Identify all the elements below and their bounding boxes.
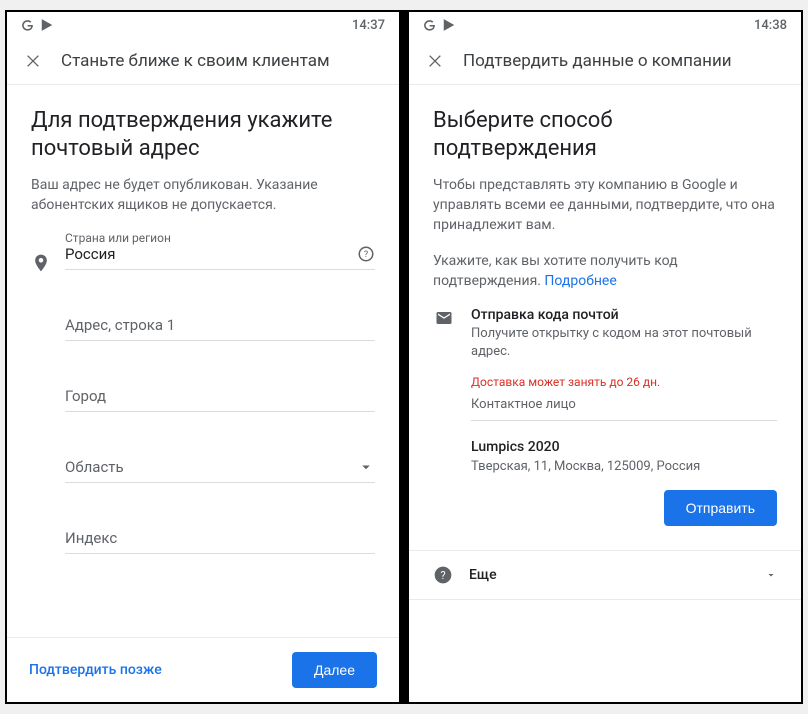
status-bar: 14:37 <box>7 12 399 38</box>
country-label: Страна или регион <box>65 231 171 245</box>
title-bar-text: Станьте ближе к своим клиентам <box>61 51 330 71</box>
play-store-icon <box>40 18 54 32</box>
business-name: Lumpics 2020 <box>471 439 777 455</box>
close-icon[interactable] <box>25 53 41 69</box>
google-g-icon <box>21 19 34 32</box>
page-subtext: Ваш адрес не будет опубликован. Указание… <box>31 175 375 215</box>
content-area: Для подтверждения укажите почтовый адрес… <box>7 85 399 637</box>
title-bar: Подтвердить данные о компании <box>409 38 801 84</box>
verify-title: Отправка кода почтой <box>471 307 777 323</box>
title-bar: Станьте ближе к своим клиентам <box>7 38 399 84</box>
postal-field[interactable]: Индекс <box>65 515 375 554</box>
close-icon[interactable] <box>427 53 443 69</box>
chevron-down-icon <box>765 569 777 581</box>
country-value: Россия <box>65 245 116 263</box>
page-heading: Для подтверждения укажите почтовый адрес <box>31 107 375 163</box>
map-pin-icon <box>31 253 51 273</box>
city-placeholder: Город <box>65 387 106 405</box>
divider <box>409 599 801 600</box>
region-placeholder: Область <box>65 458 124 476</box>
business-address: Тверская, 11, Москва, 125009, Россия <box>471 459 777 474</box>
verify-description: Получите открытку с кодом на этот почтов… <box>471 325 777 361</box>
phone-screen-verify: 14:38 Подтвердить данные о компании Выбе… <box>409 12 801 702</box>
google-g-icon <box>423 19 436 32</box>
status-time: 14:37 <box>352 18 385 33</box>
address-line1-field[interactable]: Адрес, строка 1 <box>65 302 375 341</box>
page-subtext-2: Укажите, как вы хотите получить код подт… <box>433 251 777 291</box>
more-options-row[interactable]: ? Еще <box>433 551 777 599</box>
city-field[interactable]: Город <box>65 373 375 412</box>
next-button[interactable]: Далее <box>292 652 377 688</box>
phone-screen-address: 14:37 Станьте ближе к своим клиентам Для… <box>7 12 399 702</box>
title-bar-text: Подтвердить данные о компании <box>463 51 732 71</box>
content-area: Выберите способ подтверждения Чтобы пред… <box>409 85 801 702</box>
address1-placeholder: Адрес, строка 1 <box>65 316 175 334</box>
more-label: Еще <box>469 567 749 583</box>
play-store-icon <box>442 18 456 32</box>
status-bar: 14:38 <box>409 12 801 38</box>
learn-more-link[interactable]: Подробнее <box>544 273 616 289</box>
region-field[interactable]: Область <box>65 444 375 483</box>
page-heading: Выберите способ подтверждения <box>433 107 777 163</box>
confirm-later-link[interactable]: Подтвердить позже <box>29 662 162 678</box>
status-time: 14:38 <box>754 18 787 33</box>
verify-mail-card: Отправка кода почтой Получите открытку с… <box>433 307 777 540</box>
help-icon[interactable]: ? <box>357 245 375 263</box>
svg-text:?: ? <box>440 569 445 582</box>
chevron-down-icon <box>357 458 375 476</box>
bottom-bar: Подтвердить позже Далее <box>7 637 399 702</box>
page-subtext-1: Чтобы представлять эту компанию в Google… <box>433 175 777 235</box>
country-field[interactable]: Страна или регион Россия ? <box>65 231 375 270</box>
delivery-warning: Доставка может занять до 26 дн. <box>471 375 777 389</box>
postal-placeholder: Индекс <box>65 529 117 547</box>
question-circle-icon: ? <box>433 565 453 585</box>
send-button[interactable]: Отправить <box>664 490 777 526</box>
contact-person-field[interactable]: Контактное лицо <box>471 397 777 421</box>
mail-icon <box>433 309 455 327</box>
svg-text:?: ? <box>364 250 368 260</box>
